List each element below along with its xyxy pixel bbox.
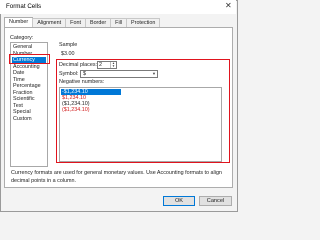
tab-alignment[interactable]: Alignment bbox=[32, 18, 67, 27]
symbol-label: Symbol: bbox=[59, 71, 79, 77]
number-tab-panel: Category: General Number Currency Accoun… bbox=[4, 27, 233, 188]
negative-numbers-label: Negative numbers: bbox=[59, 79, 105, 85]
category-label: Category: bbox=[10, 35, 34, 41]
dialog-title: Format Cells bbox=[6, 3, 42, 10]
negative-format-item[interactable]: ($1,234.10) bbox=[61, 107, 121, 113]
sample-value: $3.00 bbox=[61, 51, 75, 57]
negative-numbers-list[interactable]: -$1,234.10 $1,234.10 ($1,234.10) ($1,234… bbox=[59, 87, 222, 162]
tab-border[interactable]: Border bbox=[84, 18, 112, 27]
symbol-select[interactable]: $ ▼ bbox=[80, 70, 158, 78]
close-icon[interactable]: ✕ bbox=[225, 2, 232, 10]
symbol-value: $ bbox=[83, 71, 86, 77]
tab-fill[interactable]: Fill bbox=[110, 18, 128, 27]
tab-strip: Number Alignment Font Border Fill Protec… bbox=[4, 17, 161, 27]
tab-number[interactable]: Number bbox=[4, 17, 34, 27]
format-description: Currency formats are used for general mo… bbox=[11, 170, 222, 184]
ok-button[interactable]: OK bbox=[163, 196, 195, 206]
tab-font[interactable]: Font bbox=[65, 18, 86, 27]
chevron-down-icon[interactable]: ▼ bbox=[152, 71, 156, 77]
sample-label: Sample bbox=[59, 42, 78, 48]
cancel-button[interactable]: Cancel bbox=[199, 196, 232, 206]
tab-protection[interactable]: Protection bbox=[126, 18, 161, 27]
category-item-custom[interactable]: Custom bbox=[12, 116, 46, 123]
spin-arrows-icon[interactable]: ▲ ▼ bbox=[110, 62, 116, 68]
decimal-places-value: 2 bbox=[99, 62, 102, 68]
decimal-places-stepper[interactable]: 2 ▲ ▼ bbox=[97, 61, 117, 69]
category-highlight-box bbox=[9, 54, 50, 64]
decimal-places-label: Decimal places: bbox=[59, 62, 98, 68]
